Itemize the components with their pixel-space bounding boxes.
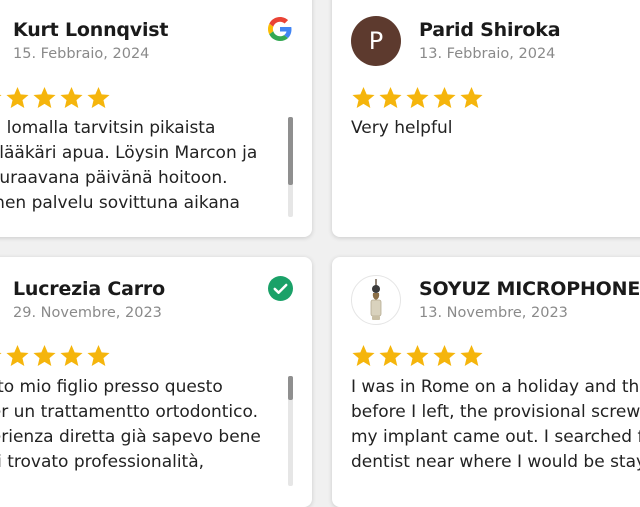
star-icon — [6, 344, 29, 366]
review-scrollbar[interactable] — [288, 117, 293, 217]
reviewer-name: Kurt Lonnqvist — [13, 19, 169, 41]
star-rating — [350, 343, 485, 369]
review-text-line: dentist near where I would be stayin — [351, 452, 640, 472]
star-icon — [33, 344, 56, 366]
reviewer-name: SOYUZ MICROPHONES — [419, 278, 640, 300]
review-date: 15. Febbraio, 2024 — [13, 46, 150, 62]
review-text-line: an lomalla tarvitsin pikaista — [0, 118, 216, 138]
review-text-line: before I left, the provisional screw fo — [351, 402, 640, 422]
review-card: Kurt Lonnqvist 15. Febbraio, 2024 an lom… — [0, 0, 312, 237]
review-date: 13. Febbraio, 2024 — [419, 46, 556, 62]
star-icon — [460, 86, 483, 108]
star-icon — [60, 86, 83, 108]
star-rating — [350, 85, 485, 111]
star-icon — [433, 344, 456, 366]
star-icon — [406, 86, 429, 108]
star-icon — [87, 86, 110, 108]
star-icon — [433, 86, 456, 108]
star-icon — [352, 344, 375, 366]
review-text: tato mio figlio presso questo per un tra… — [0, 375, 270, 485]
review-date: 13. Novembre, 2023 — [419, 305, 568, 321]
star-icon — [460, 344, 483, 366]
review-text: Very helpful — [351, 116, 640, 216]
star-icon — [379, 344, 402, 366]
reviewer-name: Parid Shiroka — [419, 19, 561, 41]
review-text-line: tato mio figlio presso questo — [0, 377, 223, 397]
microphone-avatar-icon — [351, 275, 401, 325]
star-icon — [379, 86, 402, 108]
review-text: an lomalla tarvitsin pikaista aslääkäri … — [0, 116, 270, 216]
scrollbar-thumb[interactable] — [288, 117, 293, 185]
review-card: Lucrezia Carro 29. Novembre, 2023 tato m… — [0, 257, 312, 507]
review-text-line: rei trovato professionalità, — [0, 452, 205, 472]
review-scrollbar[interactable] — [288, 376, 293, 486]
review-text-line: per un trattamentto ortodontico. — [0, 402, 259, 422]
review-text-line: llinen palvelu sovittuna aikana — [0, 193, 240, 213]
reviewer-name: Lucrezia Carro — [13, 278, 165, 300]
review-text-line: I was in Rome on a holiday and the — [351, 377, 640, 397]
star-icon — [60, 344, 83, 366]
review-text-line: Very helpful — [351, 118, 453, 138]
review-text-line: perienza diretta già sapevo bene — [0, 427, 261, 447]
review-text-line: aslääkäri apua. Löysin Marcon ja — [0, 143, 258, 163]
review-text-line: my implant came out. I searched for — [351, 427, 640, 447]
star-rating — [0, 343, 112, 369]
scrollbar-thumb[interactable] — [288, 376, 293, 400]
review-card: P Parid Shiroka 13. Febbraio, 2024 Very … — [332, 0, 640, 237]
review-date: 29. Novembre, 2023 — [13, 305, 162, 321]
star-icon — [352, 86, 375, 108]
star-icon — [406, 344, 429, 366]
star-icon — [33, 86, 56, 108]
star-rating — [0, 85, 112, 111]
verified-check-icon — [268, 276, 293, 301]
google-icon[interactable] — [268, 17, 292, 41]
star-icon — [87, 344, 110, 366]
review-card: SOYUZ MICROPHONES 13. Novembre, 2023 I w… — [332, 257, 640, 507]
star-icon — [6, 86, 29, 108]
avatar: P — [351, 16, 401, 66]
review-text: I was in Rome on a holiday and the befor… — [351, 375, 640, 485]
review-text-line: seuraavana päivänä hoitoon. — [0, 168, 228, 188]
